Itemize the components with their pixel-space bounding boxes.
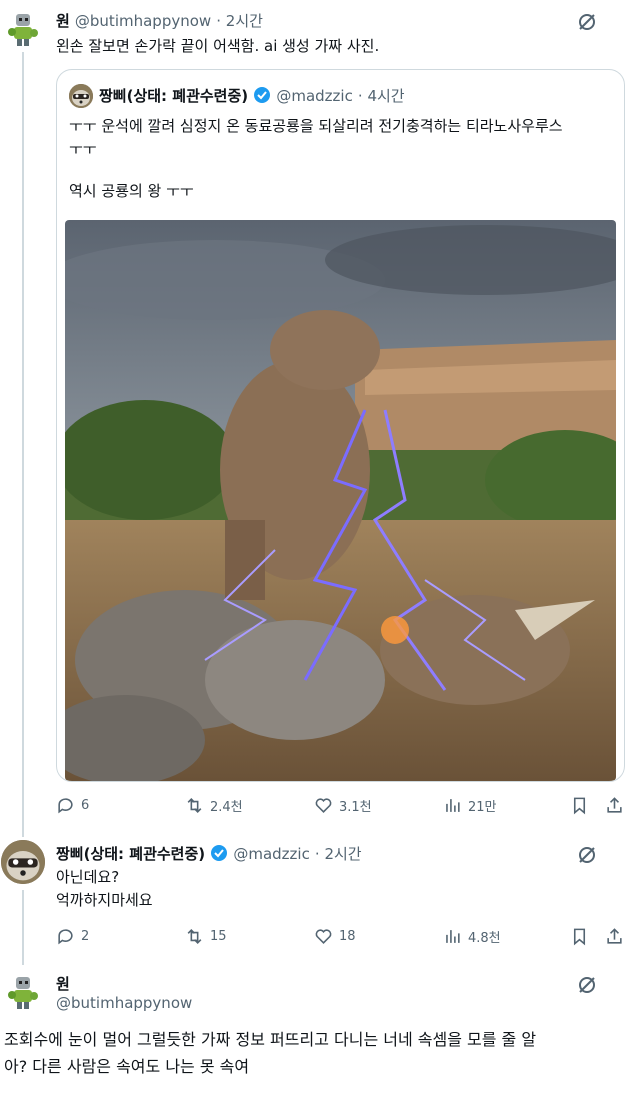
reply-count: 6 xyxy=(81,798,90,813)
quoted-author-handle: @madzzic xyxy=(276,87,353,105)
focused-author-name[interactable]: 원 xyxy=(56,973,70,994)
views-button[interactable]: 21만 xyxy=(443,796,497,815)
like-button[interactable]: 3.1천 xyxy=(314,796,372,815)
grok-icon[interactable] xyxy=(577,845,597,865)
reply-author-name[interactable]: 짱삐(상태: 폐관수련중) xyxy=(56,845,205,863)
author-handle[interactable]: @butimhappynow xyxy=(75,12,211,30)
share-icon xyxy=(607,797,622,813)
views-button[interactable]: 4.8천 xyxy=(443,927,501,946)
bookmark-button[interactable] xyxy=(570,927,589,946)
retweet-icon xyxy=(187,929,202,944)
retweet-count: 2.4천 xyxy=(210,800,243,815)
reply-button[interactable]: 2 xyxy=(56,927,89,946)
like-icon xyxy=(315,798,332,813)
views-icon xyxy=(446,930,460,943)
reply-icon xyxy=(58,798,73,814)
thread-line-2 xyxy=(22,890,24,965)
tweet-time[interactable]: · 2시간 xyxy=(216,12,263,30)
retweet-button[interactable]: 15 xyxy=(185,927,227,946)
reply-icon xyxy=(58,929,73,945)
like-icon xyxy=(315,929,332,944)
reply-time[interactable]: · 2시간 xyxy=(315,845,362,863)
quoted-tweet-card[interactable]: 짱삐(상태: 폐관수련중) @madzzic · 4시간 ㅜㅜ 운석에 깔려 심… xyxy=(56,69,625,782)
reply-text-line1: 아닌데요? xyxy=(56,868,120,886)
bookmark-icon xyxy=(573,928,586,946)
bookmark-icon xyxy=(573,797,586,815)
quoted-author-name: 짱삐(상태: 폐관수련중) xyxy=(99,87,249,105)
share-icon xyxy=(607,928,622,944)
share-button[interactable] xyxy=(605,796,624,815)
share-button[interactable] xyxy=(605,927,624,946)
verified-icon xyxy=(211,845,228,861)
author-name[interactable]: 원 xyxy=(56,12,70,30)
views-count: 4.8천 xyxy=(468,931,501,946)
quoted-tweet-time: · 4시간 xyxy=(357,87,405,105)
avatar-raccoon-reply[interactable] xyxy=(1,840,45,884)
reply-count: 2 xyxy=(81,929,90,944)
focused-tweet-text-line2: 아? 다른 사람은 속여도 나는 못 속여 xyxy=(4,1057,250,1076)
focused-tweet-text-line1: 조회수에 눈이 멀어 그럴듯한 가짜 정보 퍼뜨리고 다니는 너네 속셈을 모를… xyxy=(4,1030,537,1049)
avatar-raccoon xyxy=(69,84,93,108)
quoted-text-line3: 역시 공룡의 왕 ㅜㅜ xyxy=(69,182,194,200)
focused-author-handle[interactable]: @butimhappynow xyxy=(56,994,192,1012)
retweet-count: 15 xyxy=(210,929,227,944)
grok-icon[interactable] xyxy=(577,12,597,32)
reply-button[interactable]: 6 xyxy=(56,796,89,815)
tweet-text: 왼손 잘보면 손가락 끝이 어색함. ai 생성 가짜 사진. xyxy=(56,37,380,55)
reply-author-handle[interactable]: @madzzic xyxy=(233,845,310,863)
grok-icon[interactable] xyxy=(577,975,597,995)
retweet-icon xyxy=(187,798,202,813)
like-count: 18 xyxy=(339,929,356,944)
like-button[interactable]: 18 xyxy=(314,927,356,946)
quoted-image[interactable] xyxy=(65,220,616,781)
reply-text-line2: 억까하지마세요 xyxy=(56,891,153,909)
quoted-text-line2: ㅜㅜ xyxy=(69,140,97,158)
views-count: 21만 xyxy=(468,800,497,815)
avatar-bot-3[interactable] xyxy=(5,975,41,1011)
quoted-text-line1: ㅜㅜ 운석에 깔려 심정지 온 동료공룡을 되살리려 전기충격하는 티라노사우루… xyxy=(69,117,563,135)
retweet-button[interactable]: 2.4천 xyxy=(185,796,243,815)
like-count: 3.1천 xyxy=(339,800,372,815)
avatar-bot-1[interactable] xyxy=(5,12,41,48)
views-icon xyxy=(446,799,460,812)
thread-line-1 xyxy=(22,52,24,837)
verified-icon xyxy=(254,87,271,103)
bookmark-button[interactable] xyxy=(570,796,589,815)
